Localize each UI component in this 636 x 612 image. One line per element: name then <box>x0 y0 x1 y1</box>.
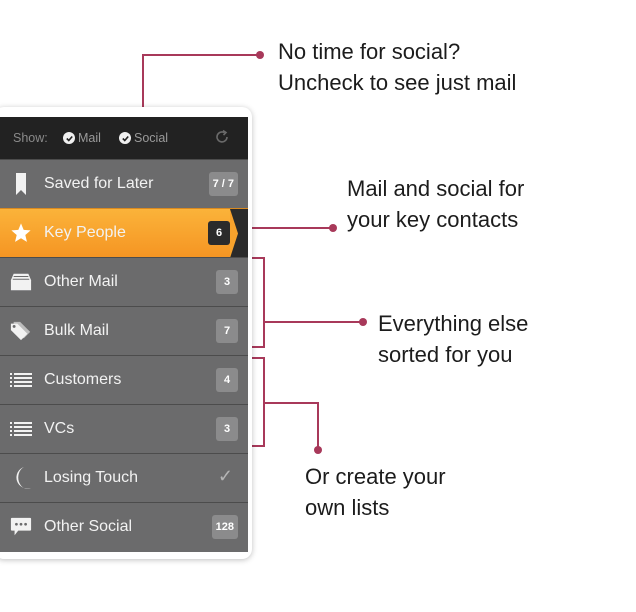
count-badge: 7 / 7 <box>208 172 238 196</box>
list-item-saved-for-later[interactable]: Saved for Later 7 / 7 <box>0 159 248 208</box>
checkmark-icon: ✓ <box>217 466 233 486</box>
list-item-key-people[interactable]: Key People 6 <box>0 208 248 258</box>
mail-toggle[interactable]: Mail <box>63 131 101 145</box>
count-badge: 6 <box>208 221 230 245</box>
bookmark-icon <box>10 173 32 195</box>
callout-custom-lists: Or create your own lists <box>305 464 446 520</box>
list-item-other-mail[interactable]: Other Mail 3 <box>0 257 248 306</box>
callout-social-toggle: No time for social? Uncheck to see just … <box>278 39 517 95</box>
list-item-customers[interactable]: Customers 4 <box>0 355 248 404</box>
lists-panel: Show: Mail Social Saved for Later 7 / 7 <box>0 107 252 559</box>
tag-icon <box>10 320 32 342</box>
count-badge: 3 <box>216 417 238 441</box>
star-icon <box>10 222 32 244</box>
list-item-vcs[interactable]: VCs 3 <box>0 404 248 453</box>
social-connector <box>142 54 258 108</box>
count-badge: 128 <box>211 515 238 539</box>
social-toggle[interactable]: Social <box>119 131 168 145</box>
list-item-bulk-mail[interactable]: Bulk Mail 7 <box>0 306 248 355</box>
active-indicator <box>230 209 248 258</box>
moon-icon <box>10 467 32 489</box>
callout-sorted: Everything else sorted for you <box>378 311 529 367</box>
list-item-other-social[interactable]: Other Social 128 <box>0 502 248 552</box>
count-badge: 7 <box>216 319 238 343</box>
lists-connector <box>264 402 319 448</box>
filter-header: Show: Mail Social <box>0 117 248 159</box>
list-item-losing-touch[interactable]: Losing Touch ✓ <box>0 453 248 502</box>
refresh-icon[interactable] <box>214 129 230 145</box>
show-label: Show: <box>13 131 48 145</box>
list-icon <box>10 369 32 391</box>
count-badge: 4 <box>216 368 238 392</box>
count-badge: 3 <box>216 270 238 294</box>
callout-key-people: Mail and social for your key contacts <box>347 176 525 232</box>
checkmark-icon <box>119 132 131 144</box>
chat-bubble-icon <box>10 516 32 538</box>
list-icon <box>10 418 32 440</box>
checkmark-icon <box>63 132 75 144</box>
inbox-tray-icon <box>10 271 32 293</box>
